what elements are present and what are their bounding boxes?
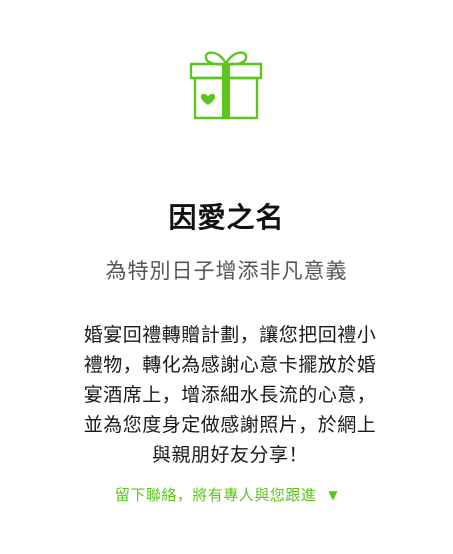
gift-heart-icon — [189, 51, 263, 120]
promo-card: 因愛之名 為特別日子增添非凡意義 婚宴回禮轉贈計劃，讓您把回禮小禮物，轉化為感謝… — [0, 0, 453, 554]
triangle-down-icon: ▼ — [328, 488, 339, 502]
subtitle: 為特別日子增添非凡意義 — [105, 259, 348, 283]
page-title: 因愛之名 — [168, 201, 285, 234]
description-text: 婚宴回禮轉贈計劃，讓您把回禮小禮物，轉化為感謝心意卡擺放於婚宴酒席上，增添細水長… — [83, 324, 377, 466]
contact-link-label: 留下聯絡，將有專人與您跟進 — [114, 486, 317, 504]
contact-link[interactable]: 留下聯絡，將有專人與您跟進 ▼ — [0, 481, 453, 509]
